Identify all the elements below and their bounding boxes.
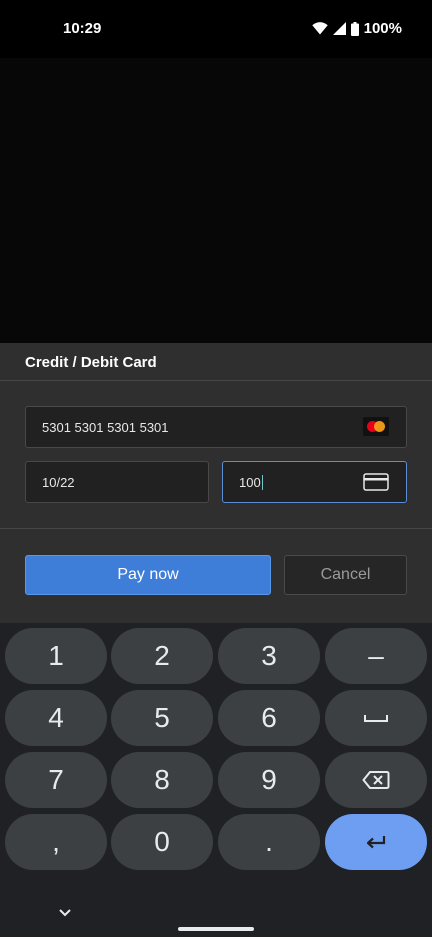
key-minus[interactable]: – xyxy=(325,628,427,684)
payment-sheet: Credit / Debit Card 5301 5301 5301 5301 … xyxy=(0,343,432,623)
numeric-keyboard: 1 2 3 – 4 5 6 7 8 9 , 0 . xyxy=(0,623,432,937)
cvc-value: 100 xyxy=(239,475,261,490)
card-number-field[interactable]: 5301 5301 5301 5301 xyxy=(25,406,407,448)
dimmed-background[interactable] xyxy=(0,58,432,343)
sheet-title: Credit / Debit Card xyxy=(25,354,157,371)
sheet-header: Credit / Debit Card xyxy=(0,343,432,381)
backspace-key[interactable] xyxy=(325,752,427,808)
backspace-icon xyxy=(362,771,390,789)
key-4[interactable]: 4 xyxy=(5,690,107,746)
status-bar: 10:29 100% xyxy=(0,0,432,58)
key-period[interactable]: . xyxy=(218,814,320,870)
key-9[interactable]: 9 xyxy=(218,752,320,808)
enter-key[interactable] xyxy=(325,814,427,870)
mastercard-logo-icon xyxy=(363,417,389,436)
space-key[interactable] xyxy=(325,690,427,746)
wifi-icon xyxy=(311,22,328,35)
key-1[interactable]: 1 xyxy=(5,628,107,684)
expiry-value: 10/22 xyxy=(42,475,75,490)
cancel-button[interactable]: Cancel xyxy=(284,555,407,595)
expiry-field[interactable]: 10/22 xyxy=(25,461,209,503)
status-icons: 100% xyxy=(311,20,402,37)
key-6[interactable]: 6 xyxy=(218,690,320,746)
pay-now-button[interactable]: Pay now xyxy=(25,555,271,595)
text-cursor xyxy=(261,475,263,490)
space-icon xyxy=(364,715,388,722)
hide-keyboard-chevron-down-icon[interactable] xyxy=(58,905,72,923)
home-gesture-bar[interactable] xyxy=(178,927,254,931)
key-5[interactable]: 5 xyxy=(111,690,213,746)
battery-icon xyxy=(350,21,359,36)
key-2[interactable]: 2 xyxy=(111,628,213,684)
status-time: 10:29 xyxy=(63,20,102,37)
key-comma[interactable]: , xyxy=(5,814,107,870)
key-3[interactable]: 3 xyxy=(218,628,320,684)
card-icon xyxy=(363,473,389,494)
enter-icon xyxy=(366,836,386,849)
cvc-field[interactable]: 100 xyxy=(222,461,407,503)
cell-signal-icon xyxy=(332,22,346,35)
key-7[interactable]: 7 xyxy=(5,752,107,808)
divider xyxy=(0,528,432,529)
card-number-value: 5301 5301 5301 5301 xyxy=(42,420,169,435)
key-8[interactable]: 8 xyxy=(111,752,213,808)
key-0[interactable]: 0 xyxy=(111,814,213,870)
battery-level: 100% xyxy=(363,20,402,37)
